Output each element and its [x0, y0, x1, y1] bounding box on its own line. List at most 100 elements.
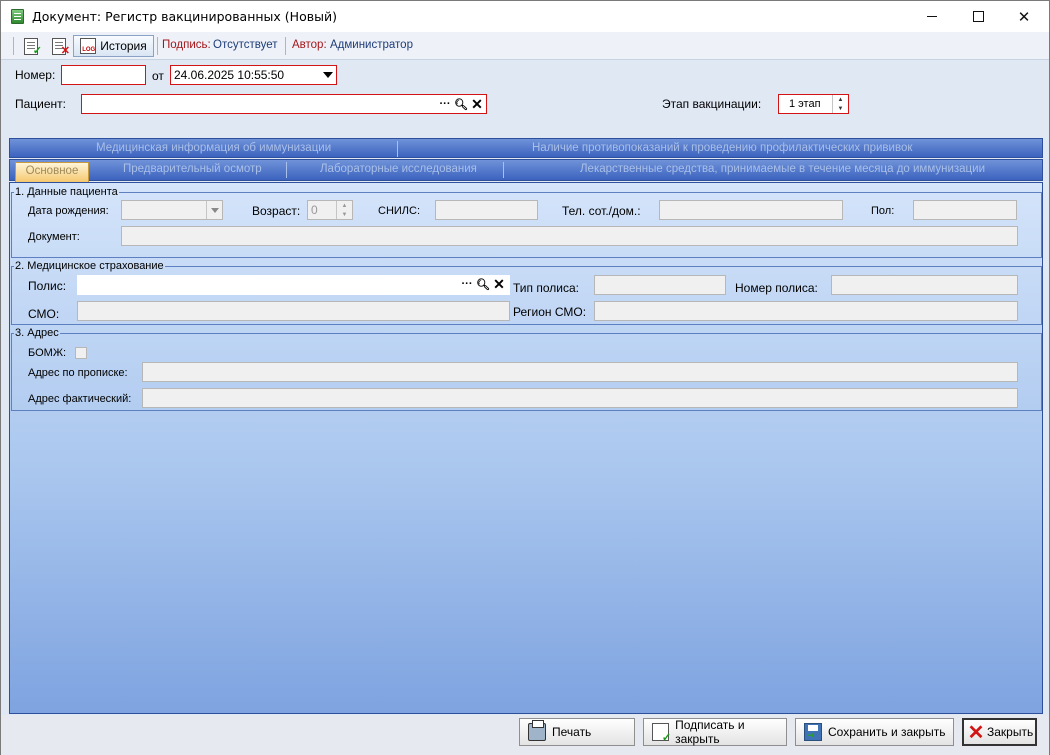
tab-row-bottom: Основное Предварительный осмотр Лаборато… [9, 159, 1043, 182]
toolbar: ✓ ✕ История [1, 32, 1049, 60]
date-from-label: от [152, 69, 164, 83]
history-log-icon [80, 38, 97, 54]
smo-region-field[interactable] [594, 301, 1018, 321]
patient-field[interactable]: ··· 🔍︎ ✕ [81, 94, 487, 114]
window-title: Документ: Регистр вакцинированных (Новый… [32, 9, 337, 24]
tab-row-top: Медицинская информация об иммунизации На… [9, 138, 1043, 158]
homeless-label: БОМЖ: [28, 347, 67, 359]
history-label: История [100, 39, 147, 53]
stage-label: Этап вакцинации: [662, 97, 762, 111]
spin-down-icon[interactable]: ▼ [833, 104, 848, 113]
date-value: 24.06.2025 10:55:50 [174, 68, 285, 82]
policy-type-field[interactable] [594, 275, 726, 295]
sex-label: Пол: [871, 205, 895, 217]
tab-lab-tests[interactable]: Лабораторные исследования [320, 163, 477, 175]
number-field[interactable] [61, 65, 146, 85]
sign-close-button[interactable]: Подписать и закрыть [643, 718, 787, 746]
toolbar-separator [157, 37, 158, 55]
sex-field[interactable] [913, 200, 1017, 220]
ellipsis-icon[interactable]: ··· [459, 275, 475, 293]
maximize-button[interactable] [955, 1, 1001, 32]
homeless-checkbox[interactable] [75, 347, 87, 359]
age-spinner[interactable]: 0 ▲ ▼ [307, 200, 353, 220]
stage-spinner[interactable]: 1 этап ▲ ▼ [778, 94, 849, 114]
document-label: Документ: [28, 231, 80, 243]
close-button[interactable]: Закрыть [962, 718, 1037, 746]
save-close-button[interactable]: Сохранить и закрыть [795, 718, 954, 746]
actual-address-label: Адрес фактический: [28, 393, 132, 405]
minimize-button[interactable] [909, 1, 955, 32]
registered-address-field[interactable] [142, 362, 1018, 382]
post-icon: ✓ [24, 37, 42, 56]
signature-value: Отсутствует [213, 39, 278, 51]
sign-icon [652, 723, 671, 744]
actual-address-field[interactable] [142, 388, 1018, 408]
spin-up-icon[interactable]: ▲ [833, 95, 848, 104]
unpost-icon: ✕ [52, 37, 70, 56]
address-legend: 3. Адрес [15, 327, 59, 339]
age-label: Возраст: [252, 204, 301, 218]
history-button[interactable]: История [73, 35, 154, 57]
number-label: Номер: [15, 68, 56, 82]
stage-value: 1 этап [789, 98, 821, 110]
search-icon[interactable]: 🔍︎ [453, 95, 469, 113]
sign-close-label: Подписать и закрыть [675, 718, 745, 746]
smo-label: СМО: [28, 307, 60, 321]
tab-separator [286, 162, 287, 178]
smo-field[interactable] [77, 301, 510, 321]
close-label: Закрыть [987, 725, 1034, 739]
patient-data-group: 1. Данные пациента [11, 186, 1042, 258]
toolbar-separator [13, 37, 14, 55]
title-bar: Документ: Регистр вакцинированных (Новый… [1, 1, 1049, 32]
post-button[interactable]: ✓ [21, 35, 42, 57]
smo-region-label: Регион СМО: [513, 305, 587, 319]
close-window-button[interactable] [1001, 1, 1047, 32]
save-icon [804, 723, 822, 741]
birth-date-label: Дата рождения: [28, 205, 109, 217]
stage-spin-buttons[interactable]: ▲ ▼ [832, 95, 848, 113]
printer-icon [528, 720, 546, 741]
patient-data-legend: 1. Данные пациента [15, 186, 118, 198]
main-panel: 1. Данные пациента Дата рождения: Возрас… [9, 182, 1043, 714]
insurance-legend: 2. Медицинское страхование [15, 260, 164, 272]
close-icon [967, 723, 985, 741]
app-icon [11, 9, 24, 24]
signature-label: Подпись: [162, 39, 211, 51]
date-field[interactable]: 24.06.2025 10:55:50 [170, 65, 337, 85]
registered-address-label: Адрес по прописке: [28, 367, 128, 379]
age-spin-buttons[interactable]: ▲ ▼ [336, 201, 352, 219]
save-close-label: Сохранить и закрыть [828, 725, 946, 739]
author-value: Администратор [330, 39, 413, 51]
unpost-button[interactable]: ✕ [49, 35, 70, 57]
print-label: Печать [552, 725, 592, 739]
policy-type-label: Тип полиса: [513, 281, 579, 295]
snils-label: СНИЛС: [378, 205, 421, 217]
clear-icon[interactable]: ✕ [491, 275, 507, 293]
birth-date-field[interactable] [121, 200, 223, 220]
tab-main[interactable]: Основное [15, 162, 89, 182]
ellipsis-icon[interactable]: ··· [437, 95, 453, 113]
phone-label: Тел. сот./дом.: [562, 204, 641, 218]
phone-field[interactable] [659, 200, 843, 220]
author-label: Автор: [292, 39, 327, 51]
tab-contraindications[interactable]: Наличие противопоказаний к проведению пр… [532, 142, 912, 154]
tab-immunization-info[interactable]: Медицинская информация об иммунизации [96, 142, 331, 154]
toolbar-separator [285, 37, 286, 55]
document-field[interactable] [121, 226, 1018, 246]
patient-label: Пациент: [15, 97, 67, 111]
policy-field[interactable]: ··· 🔍︎ ✕ [77, 275, 510, 295]
policy-label: Полис: [28, 279, 67, 293]
tab-separator [397, 141, 398, 157]
snils-field[interactable] [435, 200, 538, 220]
tab-preliminary-exam[interactable]: Предварительный осмотр [123, 163, 262, 175]
clear-icon[interactable]: ✕ [469, 95, 485, 113]
document-window: Документ: Регистр вакцинированных (Новый… [0, 0, 1050, 755]
dropdown-arrow-icon[interactable] [206, 201, 222, 219]
bottom-bar: Печать Подписать и закрыть Сохранить и з… [1, 715, 1049, 755]
search-icon[interactable]: 🔍︎ [475, 275, 491, 293]
dropdown-arrow-icon[interactable] [319, 66, 336, 84]
tab-medications[interactable]: Лекарственные средства, принимаемые в те… [580, 163, 985, 175]
tab-separator [503, 162, 504, 178]
policy-number-field[interactable] [831, 275, 1018, 295]
print-button[interactable]: Печать [519, 718, 635, 746]
